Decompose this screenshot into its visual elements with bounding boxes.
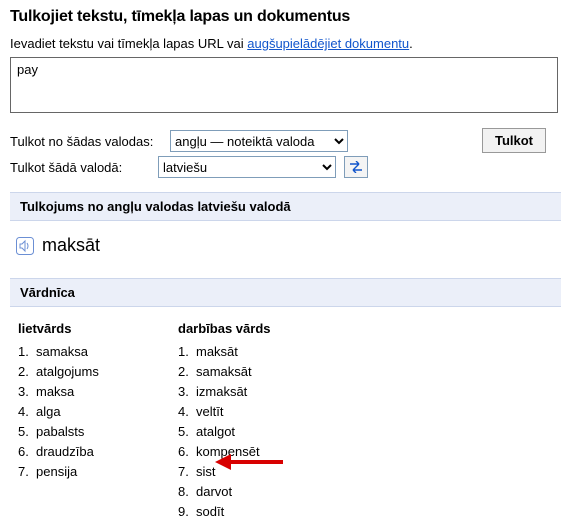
from-lang-label: Tulkot no šādas valodas: <box>10 134 170 149</box>
result-header: Tulkojums no angļu valodas latviešu valo… <box>10 192 561 221</box>
list-item: 5.atalgot <box>178 422 288 442</box>
list-item: 2.samaksāt <box>178 362 288 382</box>
to-lang-label: Tulkot šādā valodā: <box>10 160 158 175</box>
dictionary-header: Vārdnīca <box>10 278 561 307</box>
dict-list-verb: 1.maksāt2.samaksāt3.izmaksāt4.veltīt5.at… <box>178 342 288 522</box>
upload-link[interactable]: augšupielādējiet dokumentu <box>247 36 409 51</box>
list-item: 7.pensija <box>18 462 128 482</box>
to-lang-select[interactable]: latviešu <box>158 156 336 178</box>
dict-col-noun: lietvārds 1.samaksa2.atalgojums3.maksa4.… <box>18 321 128 522</box>
list-item: 4.alga <box>18 402 128 422</box>
pos-label: darbības vārds <box>178 321 288 336</box>
list-item: 8.darvot <box>178 482 288 502</box>
instructions-prefix: Ievadiet tekstu vai tīmekļa lapas URL va… <box>10 36 247 51</box>
list-item: 1.maksāt <box>178 342 288 362</box>
list-item: 4.veltīt <box>178 402 288 422</box>
list-item: 5.pabalsts <box>18 422 128 442</box>
dict-list-noun: 1.samaksa2.atalgojums3.maksa4.alga5.paba… <box>18 342 128 482</box>
translate-button[interactable]: Tulkot <box>482 128 546 153</box>
dict-col-verb: darbības vārds 1.maksāt2.samaksāt3.izmak… <box>178 321 288 522</box>
pos-label: lietvārds <box>18 321 128 336</box>
swap-languages-button[interactable] <box>344 156 368 178</box>
listen-icon[interactable] <box>16 237 34 255</box>
list-item: 3.maksa <box>18 382 128 402</box>
translation-result: maksāt <box>42 235 100 256</box>
instructions-suffix: . <box>409 36 413 51</box>
list-item: 3.izmaksāt <box>178 382 288 402</box>
page-title: Tulkojiet tekstu, tīmekļa lapas un dokum… <box>10 8 561 26</box>
list-item: 6.kompensēt <box>178 442 288 462</box>
list-item: 7.sist <box>178 462 288 482</box>
list-item: 2.atalgojums <box>18 362 128 382</box>
from-lang-select[interactable]: angļu — noteiktā valoda <box>170 130 348 152</box>
list-item: 1.samaksa <box>18 342 128 362</box>
source-text-input[interactable] <box>10 57 558 113</box>
dictionary-columns: lietvārds 1.samaksa2.atalgojums3.maksa4.… <box>10 321 561 522</box>
instructions: Ievadiet tekstu vai tīmekļa lapas URL va… <box>10 36 561 51</box>
list-item: 9.sodīt <box>178 502 288 522</box>
list-item: 6.draudzība <box>18 442 128 462</box>
